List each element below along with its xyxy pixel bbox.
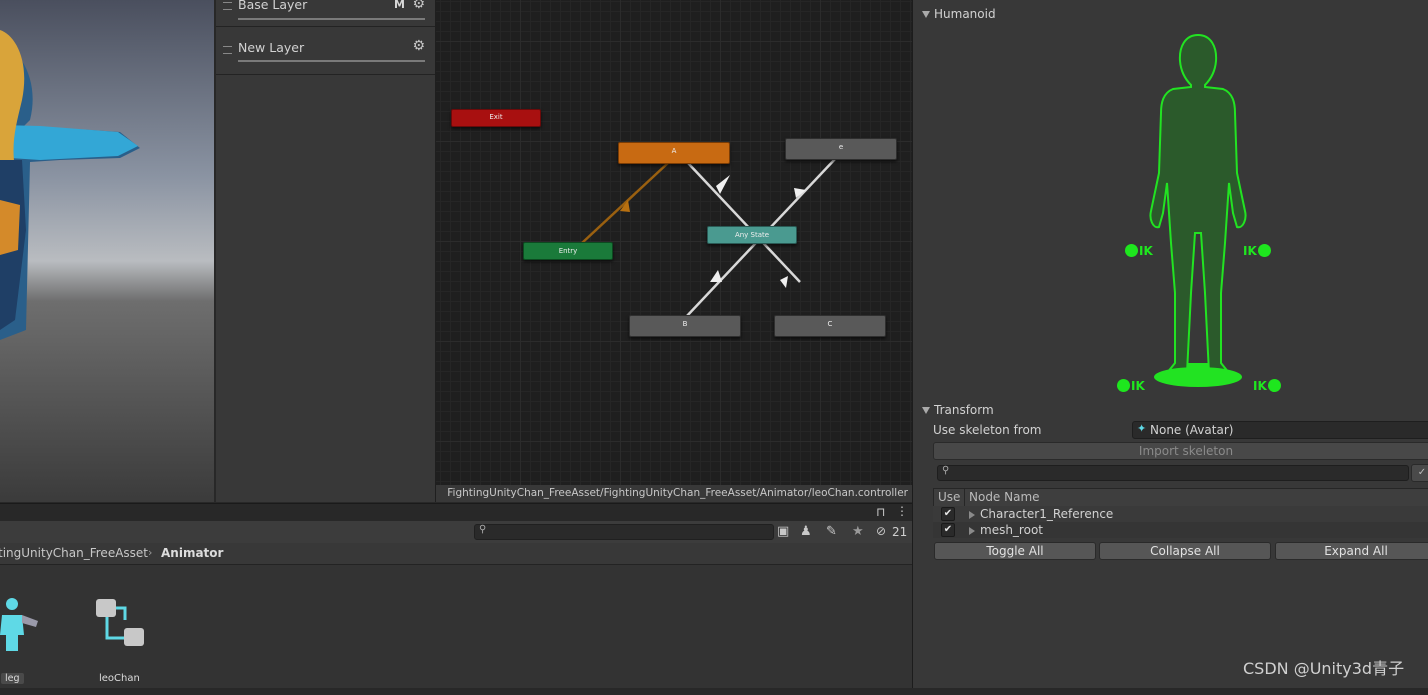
breadcrumb-current[interactable]: Animator — [161, 546, 223, 560]
animator-controller-icon — [96, 599, 144, 646]
transition-lines — [581, 157, 837, 318]
asset-label: leg — [1, 673, 24, 684]
layer-item-new[interactable]: New Layer ⚙ — [216, 36, 435, 75]
character-preview — [0, 30, 140, 340]
skeleton-value: None (Avatar) — [1150, 423, 1234, 437]
chevron-right-icon: › — [148, 546, 153, 559]
scene-view[interactable] — [0, 0, 214, 502]
state-c[interactable]: C — [774, 315, 886, 337]
column-node-name: Node Name — [969, 490, 1040, 504]
ik-pass-indicator: M — [394, 0, 405, 11]
breadcrumb-item[interactable]: tingUnityChan_FreeAsset — [0, 546, 148, 560]
project-header: ⊓ ⋮ — [0, 503, 912, 521]
row-checkbox[interactable]: ✔ — [941, 507, 955, 521]
layer-weight-bar — [238, 18, 425, 20]
ik-right-hand-icon[interactable] — [1258, 244, 1271, 257]
node-name: mesh_root — [980, 523, 1043, 537]
chevron-right-icon[interactable] — [969, 523, 979, 537]
ik-left-foot-icon[interactable] — [1117, 379, 1130, 392]
avatar-mask-icon — [0, 598, 38, 651]
transform-foldout[interactable]: Transform — [922, 403, 994, 417]
ik-label: IK — [1139, 244, 1153, 258]
layer-name: New Layer — [238, 40, 305, 55]
ik-label: IK — [1131, 379, 1145, 393]
layer-name: Base Layer — [238, 0, 308, 12]
layer-weight-bar — [238, 60, 425, 62]
layers-panel: Base Layer M ⚙ New Layer ⚙ — [216, 0, 436, 502]
row-checkbox[interactable]: ✔ — [941, 523, 955, 537]
lock-icon[interactable]: ⊓ — [876, 505, 885, 519]
asset-label: leoChan — [99, 673, 140, 684]
foldout-arrow-icon — [922, 407, 930, 414]
search-icon: ⚲ — [479, 524, 487, 535]
watermark: CSDN @Unity3d青子 — [1243, 659, 1405, 678]
controller-path-bar: FightingUnityChan_FreeAsset/FightingUnit… — [436, 485, 912, 502]
asset-item-leg[interactable]: leg — [0, 591, 46, 691]
transition-arrow — [710, 270, 722, 282]
filter-type-icon[interactable]: ♟ — [800, 524, 812, 539]
ik-right-foot-icon[interactable] — [1268, 379, 1281, 392]
drag-handle-icon[interactable] — [223, 2, 232, 10]
transition-entry-a — [581, 162, 669, 244]
humanoid-foldout[interactable]: Humanoid — [922, 7, 996, 21]
node-table-header: Use Node Name — [933, 488, 1428, 507]
table-row[interactable]: ✔ Character1_Reference — [933, 506, 1428, 522]
toggle-all-button[interactable]: Toggle All — [934, 542, 1096, 560]
label-filter-icon[interactable]: ✎ — [826, 524, 837, 539]
foldout-arrow-icon — [922, 11, 930, 18]
ik-left-hand-icon[interactable] — [1125, 244, 1138, 257]
ik-label: IK — [1253, 379, 1267, 393]
state-exit[interactable]: Exit — [451, 109, 541, 127]
transition-arrow — [716, 175, 730, 194]
use-skeleton-label: Use skeleton from — [933, 423, 1042, 437]
node-name: Character1_Reference — [980, 507, 1114, 521]
controller-path: FightingUnityChan_FreeAsset/FightingUnit… — [447, 487, 908, 499]
state-a[interactable]: A — [618, 142, 730, 164]
transform-label: Transform — [934, 403, 994, 417]
hidden-packages-icon[interactable]: ⊘ — [876, 524, 886, 538]
project-search-input[interactable]: ⚲ — [474, 524, 774, 540]
chevron-right-icon[interactable] — [969, 507, 979, 521]
avatar-icon: ✦ — [1137, 422, 1147, 435]
more-menu-icon[interactable]: ⋮ — [896, 504, 908, 518]
search-icon: ⚲ — [942, 465, 950, 476]
ik-label: IK — [1243, 244, 1257, 258]
project-toolbar: ⚲ ▣ ♟ ✎ ★ ⊘ 21 — [0, 521, 912, 543]
asset-grid: leg leoChan — [0, 565, 912, 688]
expand-all-button[interactable]: Expand All — [1275, 542, 1428, 560]
gear-icon[interactable]: ⚙ — [412, 38, 425, 54]
node-search-input[interactable]: ⚲ — [937, 465, 1409, 481]
transition-arrow — [780, 276, 788, 288]
humanoid-avatar-figure[interactable] — [1123, 33, 1273, 393]
skeleton-object-field[interactable]: ✦ None (Avatar) — [1132, 421, 1428, 439]
import-skeleton-button[interactable]: Import skeleton — [933, 442, 1428, 460]
favorite-star-icon[interactable]: ★ — [852, 524, 864, 539]
gear-icon[interactable]: ⚙ — [412, 0, 425, 12]
apply-check-button[interactable]: ✓ — [1411, 464, 1428, 482]
humanoid-label: Humanoid — [934, 7, 996, 21]
asset-item-leochan[interactable]: leoChan — [93, 595, 149, 695]
collapse-all-button[interactable]: Collapse All — [1099, 542, 1271, 560]
table-row[interactable]: ✔ mesh_root — [933, 522, 1428, 538]
state-any[interactable]: Any State — [707, 226, 797, 244]
search-by-type-icon[interactable]: ▣ — [777, 524, 789, 539]
inspector-panel: Humanoid IK IK IK IK Transform Use skele… — [912, 0, 1428, 688]
animator-graph[interactable]: Exit A e Entry Any State B C — [436, 0, 912, 485]
state-e[interactable]: e — [785, 138, 897, 160]
breadcrumb: tingUnityChan_FreeAsset › Animator — [0, 543, 912, 565]
layer-item-base[interactable]: Base Layer M ⚙ — [216, 0, 435, 27]
state-b[interactable]: B — [629, 315, 741, 337]
transition-any-c — [687, 162, 801, 283]
drag-handle-icon[interactable] — [223, 46, 232, 54]
hidden-count: 21 — [892, 525, 908, 539]
state-entry[interactable]: Entry — [523, 242, 613, 260]
column-use: Use — [938, 490, 961, 504]
